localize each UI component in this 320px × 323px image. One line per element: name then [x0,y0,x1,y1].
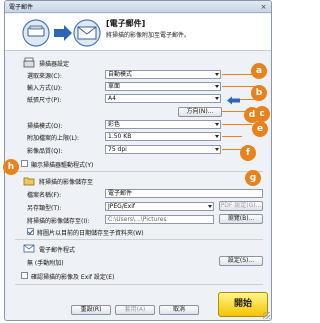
show-driver-checkbox[interactable] [21,160,28,167]
chevron-down-icon [215,73,219,76]
callout-c-leader [240,99,255,100]
chevron-down-icon [215,97,219,100]
chevron-down-icon [208,205,212,208]
scanning-mode-dropdown[interactable]: 彩色 [105,120,221,129]
callout-e: e [252,121,268,137]
direction-button[interactable]: 方向(N)... [178,107,222,117]
email-settings-dialog: 電子郵件 × [電子郵件] 將掃描的影像附加至電子郵件。 掃描器設定 選取來源(… [4,0,272,321]
email-program-title: 電子郵件程式 [39,247,76,254]
paper-size-dropdown[interactable]: A4 [105,94,221,103]
header-title: [電子郵件] [106,19,146,28]
resize-grip[interactable] [263,312,270,319]
email-settings-button[interactable]: 設定(S)... [219,256,263,266]
arrow-right-icon [54,25,72,41]
callout-g-leader [222,149,242,150]
chevron-down-icon [215,148,219,151]
select-source-dropdown[interactable]: 自動模式 [105,70,221,79]
save-as-type-value: JPEG/Exif [108,203,135,210]
file-name-label: 檔案名稱(F): [27,192,62,199]
chevron-down-icon [215,85,219,88]
header-description: 將掃描的影像附加至電子郵件。 [106,32,191,39]
chevron-down-icon [215,123,219,126]
save-as-type-label: 另存類型(T): [27,205,62,212]
callout-f-leader [222,136,242,137]
callout-f: f [240,145,256,161]
scanner-settings-title: 掃描器設定 [39,61,70,68]
feeding-option-dropdown[interactable]: 單面 [105,82,221,91]
close-icon[interactable]: × [259,3,268,11]
callout-a: a [251,63,267,79]
callout-e-leader [222,124,252,125]
callout-h: h [3,159,19,175]
show-driver-label: 顯示掃描器驅動程式(Y) [31,162,94,169]
scanning-mode-label: 掃描模式(O): [27,123,63,130]
confirm-exif-label: 確認掃描的影像及 Exif 設定(E) [31,274,115,281]
attachment-limit-dropdown[interactable]: 1.50 KB [105,132,221,141]
reset-button[interactable]: 重設(R) [71,305,111,315]
callout-b-leader [222,86,255,87]
add-paper-size-icon[interactable] [226,96,242,105]
image-quality-value: 75 dpi [108,146,127,153]
save-settings-title: 將掃描的影像儲存至 [39,179,94,186]
save-location-input[interactable]: C:\Users\...\Pictures [105,215,214,224]
scanning-mode-value: 彩色 [108,121,121,128]
feeding-option-label: 輸入方式(U): [27,85,63,92]
select-source-label: 選取來源(C): [27,73,62,80]
email-program-icon [23,244,35,253]
feeding-option-value: 單面 [108,83,121,90]
confirm-exif-checkbox[interactable] [21,272,28,279]
pdf-settings-button[interactable]: PDF 設定(G)... [219,201,263,211]
start-button[interactable]: 開始 [218,292,268,317]
apply-button[interactable]: 套用(A) [115,305,155,315]
dialog-header: [電子郵件] 將掃描的影像附加至電子郵件。 [5,14,271,51]
title-bar: 電子郵件 [5,1,271,13]
scan-to-email-illustration [22,19,101,47]
window-title: 電子郵件 [9,4,34,11]
section-divider [15,284,263,285]
image-quality-label: 影像品質(Q): [27,148,63,155]
file-name-input[interactable]: 電子郵件 [105,189,263,198]
browse-button[interactable]: 瀏覽(B)... [219,214,263,224]
subfolder-label: 將圖片以目前的日期儲存至子資料夾(W) [37,230,144,237]
save-as-type-dropdown[interactable]: JPEG/Exif [105,202,214,211]
image-quality-dropdown[interactable]: 75 dpi [105,145,221,154]
chevron-down-icon [215,135,219,138]
select-source-value: 自動模式 [108,71,133,78]
cancel-button[interactable]: 取消 [159,305,199,315]
paper-size-label: 紙張尺寸(P): [27,97,62,104]
email-program-value: 無 (手動附加) [27,260,64,267]
attachment-limit-label: 附加檔案的上限(L): [27,135,80,142]
callout-a-leader [222,74,255,75]
attachment-limit-value: 1.50 KB [108,133,132,140]
save-folder-icon [23,177,35,186]
callout-d-leader [222,111,247,112]
save-location-label: 將掃描的影像儲存至(I): [27,218,90,225]
section-divider [15,171,263,172]
callout-g: g [245,170,261,186]
scanner-settings-icon [23,57,35,68]
section-divider [15,239,263,240]
subfolder-checkbox[interactable] [27,228,34,235]
paper-size-value: A4 [108,95,116,102]
